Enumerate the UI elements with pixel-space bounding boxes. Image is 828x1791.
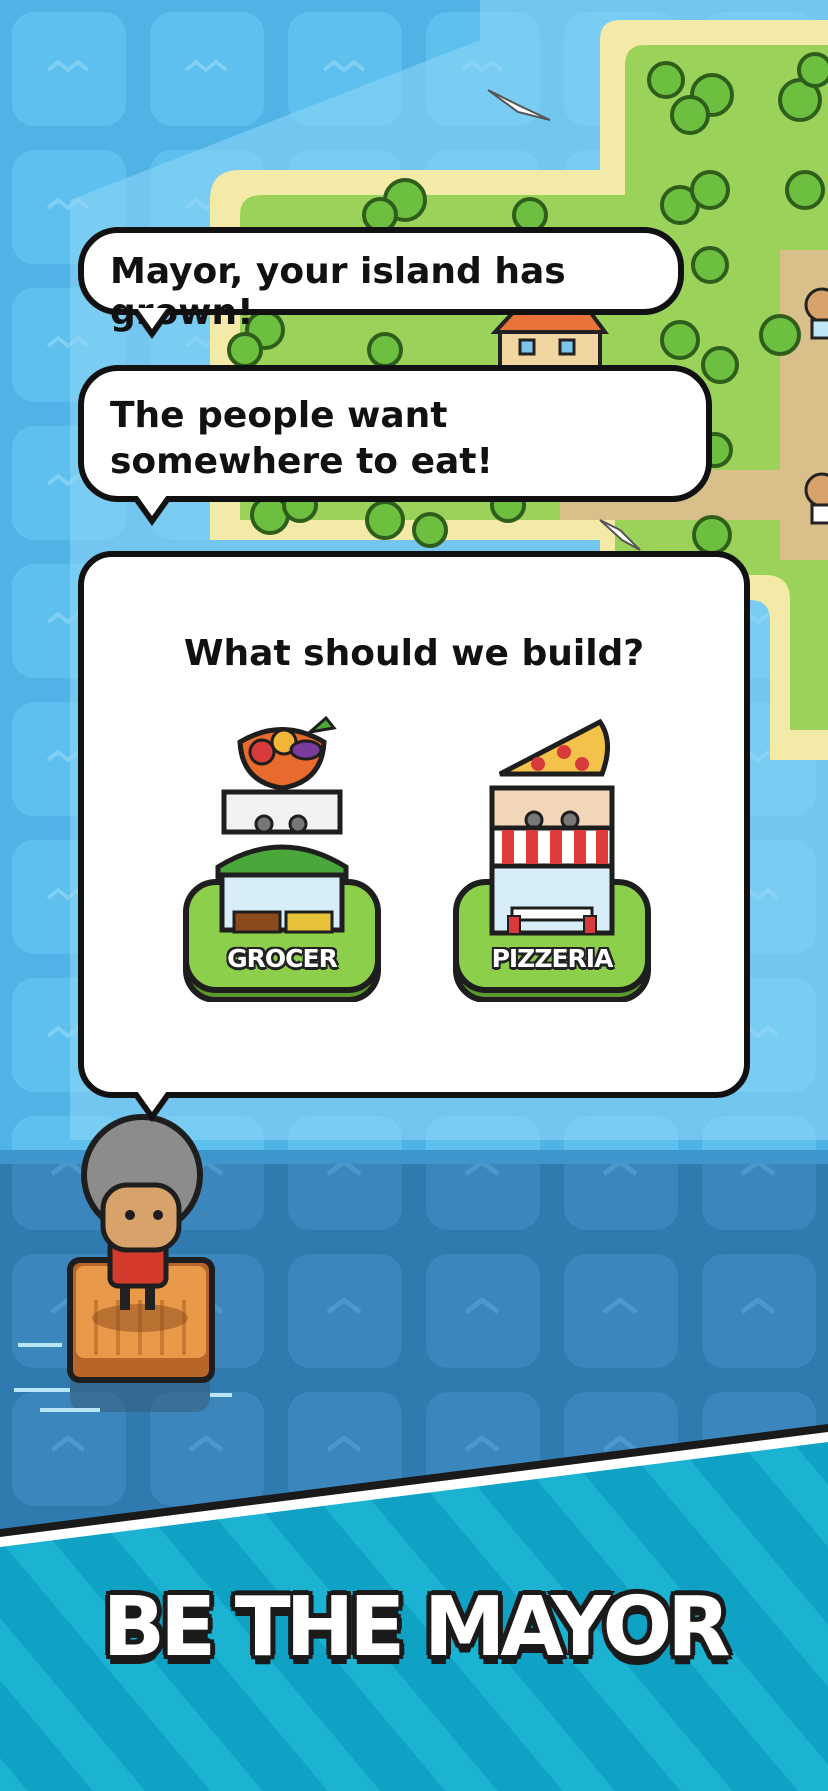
banner-headline: BE THE MAYOR <box>102 1580 731 1675</box>
pizzeria-label: PIZZERIA <box>491 944 614 973</box>
speech-bubble-2: The people want somewhere to eat! <box>78 365 712 526</box>
build-choice-panel: What should we build? GROCER PIZZERIA <box>78 551 750 1122</box>
bubble-tail-fill <box>137 308 167 329</box>
grocer-option-button[interactable]: GROCER <box>182 712 382 1002</box>
bubble-tail-fill <box>137 495 167 516</box>
bubble-tail-fill <box>137 1091 167 1112</box>
pizzeria-option-button[interactable]: PIZZERIA <box>452 712 652 1002</box>
grocer-label: GROCER <box>227 944 338 973</box>
build-question: What should we build? <box>183 633 645 674</box>
dialog-line-2: The people want somewhere to eat! <box>110 395 493 482</box>
speech-bubble-1: Mayor, your island has grown! <box>78 227 684 339</box>
